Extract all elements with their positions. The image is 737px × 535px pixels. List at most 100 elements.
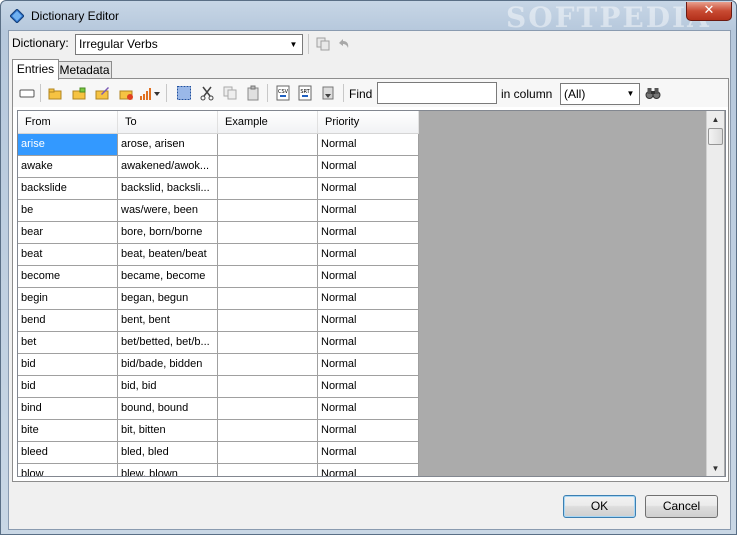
cell-from[interactable]: bend (18, 310, 118, 332)
cell-to[interactable]: arose, arisen (118, 134, 218, 156)
cell-from[interactable]: bite (18, 420, 118, 442)
chevron-down-icon[interactable]: ▼ (286, 36, 301, 53)
cell-example[interactable] (218, 266, 318, 288)
cell-to[interactable]: began, begun (118, 288, 218, 310)
cell-to[interactable]: bore, born/borne (118, 222, 218, 244)
cell-to[interactable]: bled, bled (118, 442, 218, 464)
table-row[interactable]: bind bound, bound Normal (18, 398, 419, 420)
cell-example[interactable] (218, 354, 318, 376)
cell-from[interactable]: beat (18, 244, 118, 266)
cell-to[interactable]: blew, blown (118, 464, 218, 476)
cell-priority[interactable]: Normal (318, 200, 419, 222)
table-row[interactable]: beat beat, beaten/beat Normal (18, 244, 419, 266)
table-row[interactable]: begin began, begun Normal (18, 288, 419, 310)
table-row[interactable]: bear bore, born/borne Normal (18, 222, 419, 244)
cell-priority[interactable]: Normal (318, 266, 419, 288)
cell-priority[interactable]: Normal (318, 398, 419, 420)
cell-from[interactable]: bid (18, 354, 118, 376)
tab-metadata[interactable]: Metadata (57, 61, 112, 79)
cell-to[interactable]: beat, beaten/beat (118, 244, 218, 266)
title-bar[interactable]: Dictionary Editor SOFTPEDIA ✕ (1, 1, 736, 34)
column-header-to[interactable]: To (118, 111, 218, 133)
column-header-example[interactable]: Example (218, 111, 318, 133)
paste-icon[interactable] (245, 85, 261, 101)
delete-entry-icon[interactable] (118, 85, 134, 101)
undo-icon[interactable] (336, 36, 352, 52)
cell-priority[interactable]: Normal (318, 222, 419, 244)
table-row[interactable]: become became, become Normal (18, 266, 419, 288)
dictionary-select[interactable]: Irregular Verbs ▼ (75, 34, 303, 55)
column-header-from[interactable]: From (18, 111, 118, 133)
cell-example[interactable] (218, 310, 318, 332)
edit-entry-icon[interactable] (94, 85, 110, 101)
table-row[interactable]: blow blew, blown Normal (18, 464, 419, 476)
cell-example[interactable] (218, 332, 318, 354)
cell-example[interactable] (218, 288, 318, 310)
insert-after-icon[interactable] (71, 85, 87, 101)
table-row[interactable]: bid bid, bid Normal (18, 376, 419, 398)
cell-from[interactable]: bet (18, 332, 118, 354)
cell-priority[interactable]: Normal (318, 178, 419, 200)
cell-from[interactable]: bear (18, 222, 118, 244)
cell-priority[interactable]: Normal (318, 376, 419, 398)
column-select[interactable]: (All) ▼ (560, 83, 640, 105)
cell-from[interactable]: backslide (18, 178, 118, 200)
cell-example[interactable] (218, 376, 318, 398)
table-row[interactable]: backslide backslid, backsli... Normal (18, 178, 419, 200)
cell-priority[interactable]: Normal (318, 442, 419, 464)
find-input[interactable] (377, 82, 497, 104)
cell-from[interactable]: begin (18, 288, 118, 310)
export-icon[interactable] (320, 85, 336, 101)
cell-from[interactable]: blow (18, 464, 118, 476)
cell-from[interactable]: awake (18, 156, 118, 178)
cell-to[interactable]: bent, bent (118, 310, 218, 332)
cell-priority[interactable]: Normal (318, 464, 419, 476)
insert-entry-icon[interactable] (47, 85, 63, 101)
copy-icon[interactable] (222, 85, 238, 101)
cell-to[interactable]: awakened/awok... (118, 156, 218, 178)
table-row[interactable]: be was/were, been Normal (18, 200, 419, 222)
cell-priority[interactable]: Normal (318, 310, 419, 332)
cell-example[interactable] (218, 442, 318, 464)
import-srt-icon[interactable]: SRT (297, 85, 313, 101)
cell-to[interactable]: bit, bitten (118, 420, 218, 442)
import-csv-icon[interactable]: CSV (275, 85, 291, 101)
cell-example[interactable] (218, 134, 318, 156)
column-header-priority[interactable]: Priority (318, 111, 419, 133)
table-row[interactable]: bite bit, bitten Normal (18, 420, 419, 442)
cell-to[interactable]: bid/bade, bidden (118, 354, 218, 376)
cell-from[interactable]: bid (18, 376, 118, 398)
cell-from[interactable]: bind (18, 398, 118, 420)
cell-example[interactable] (218, 222, 318, 244)
cell-example[interactable] (218, 464, 318, 476)
cell-to[interactable]: bid, bid (118, 376, 218, 398)
table-row[interactable]: bleed bled, bled Normal (18, 442, 419, 464)
cell-priority[interactable]: Normal (318, 332, 419, 354)
cell-example[interactable] (218, 420, 318, 442)
cell-priority[interactable]: Normal (318, 288, 419, 310)
cell-to[interactable]: bet/betted, bet/b... (118, 332, 218, 354)
cell-priority[interactable]: Normal (318, 420, 419, 442)
table-row[interactable]: bet bet/betted, bet/b... Normal (18, 332, 419, 354)
binoculars-icon[interactable] (645, 85, 661, 101)
table-row[interactable]: bid bid/bade, bidden Normal (18, 354, 419, 376)
cell-to[interactable]: bound, bound (118, 398, 218, 420)
cancel-button[interactable]: Cancel (645, 495, 718, 518)
cell-example[interactable] (218, 244, 318, 266)
cell-from[interactable]: arise (18, 134, 118, 156)
ok-button[interactable]: OK (563, 495, 636, 518)
cell-example[interactable] (218, 156, 318, 178)
scrollbar-thumb[interactable] (708, 128, 723, 145)
table-row[interactable]: awake awakened/awok... Normal (18, 156, 419, 178)
cut-icon[interactable] (199, 85, 215, 101)
cell-example[interactable] (218, 398, 318, 420)
cell-to[interactable]: backslid, backsli... (118, 178, 218, 200)
scroll-down-icon[interactable]: ▼ (707, 460, 724, 476)
vertical-scrollbar[interactable]: ▲ ▼ (706, 111, 724, 476)
select-all-icon[interactable] (176, 85, 192, 101)
frequency-icon[interactable] (139, 85, 161, 101)
new-entry-icon[interactable] (19, 85, 35, 101)
tab-entries[interactable]: Entries (12, 59, 59, 80)
cell-to[interactable]: was/were, been (118, 200, 218, 222)
copy-dictionary-icon[interactable] (315, 36, 331, 52)
